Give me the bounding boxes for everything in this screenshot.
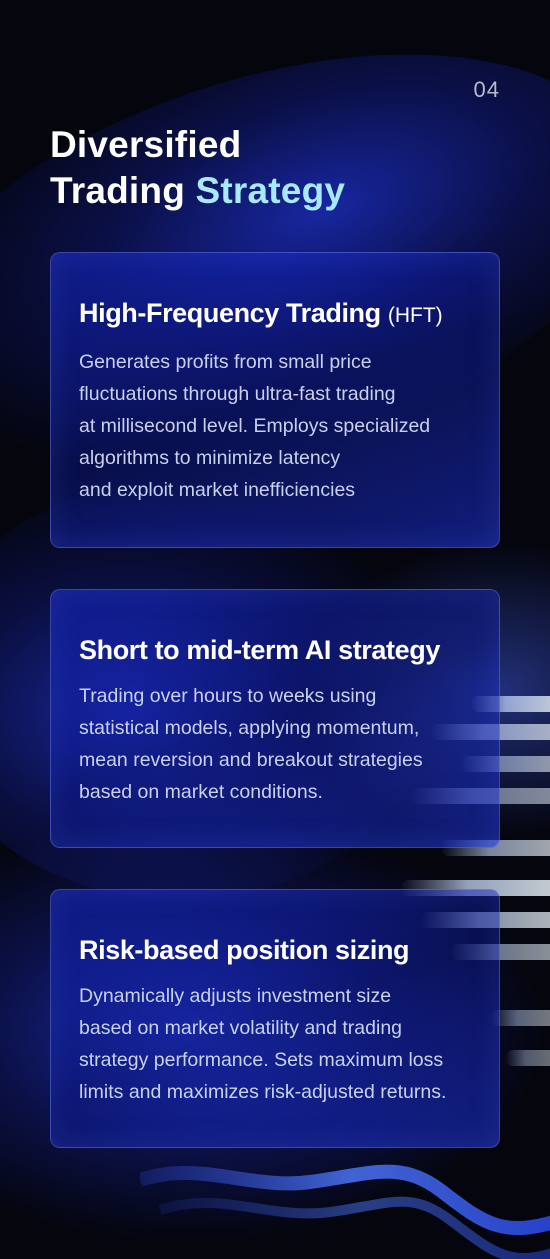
strategy-card-ai: Short to mid-term AI strategy Trading ov…	[50, 589, 500, 848]
card-title-text: High-Frequency Trading	[79, 298, 381, 328]
card-description: Trading over hours to weeks using statis…	[79, 685, 423, 803]
card-description: Dynamically adjusts investment size base…	[79, 985, 447, 1103]
card-title: High-Frequency Trading (HFT)	[79, 297, 471, 332]
strategy-card-hft: High-Frequency Trading (HFT) Generates p…	[50, 252, 500, 548]
card-title-text: Short to mid-term AI strategy	[79, 635, 440, 665]
card-title-suffix: (HFT)	[387, 304, 443, 327]
card-title: Short to mid-term AI strategy	[79, 634, 471, 666]
page-number: 04	[473, 77, 500, 102]
strategy-card-risk: Risk-based position sizing Dynamically a…	[50, 889, 500, 1148]
card-title-text: Risk-based position sizing	[79, 935, 410, 965]
card-title: Risk-based position sizing	[79, 934, 471, 966]
title-line-2-white: Trading	[50, 170, 196, 211]
title-line-2-accent: Strategy	[195, 170, 346, 211]
card-description: Generates profits from small price fluct…	[79, 351, 431, 501]
page-title: Diversified Trading Strategy	[50, 122, 345, 214]
title-line-1: Diversified	[50, 124, 242, 165]
